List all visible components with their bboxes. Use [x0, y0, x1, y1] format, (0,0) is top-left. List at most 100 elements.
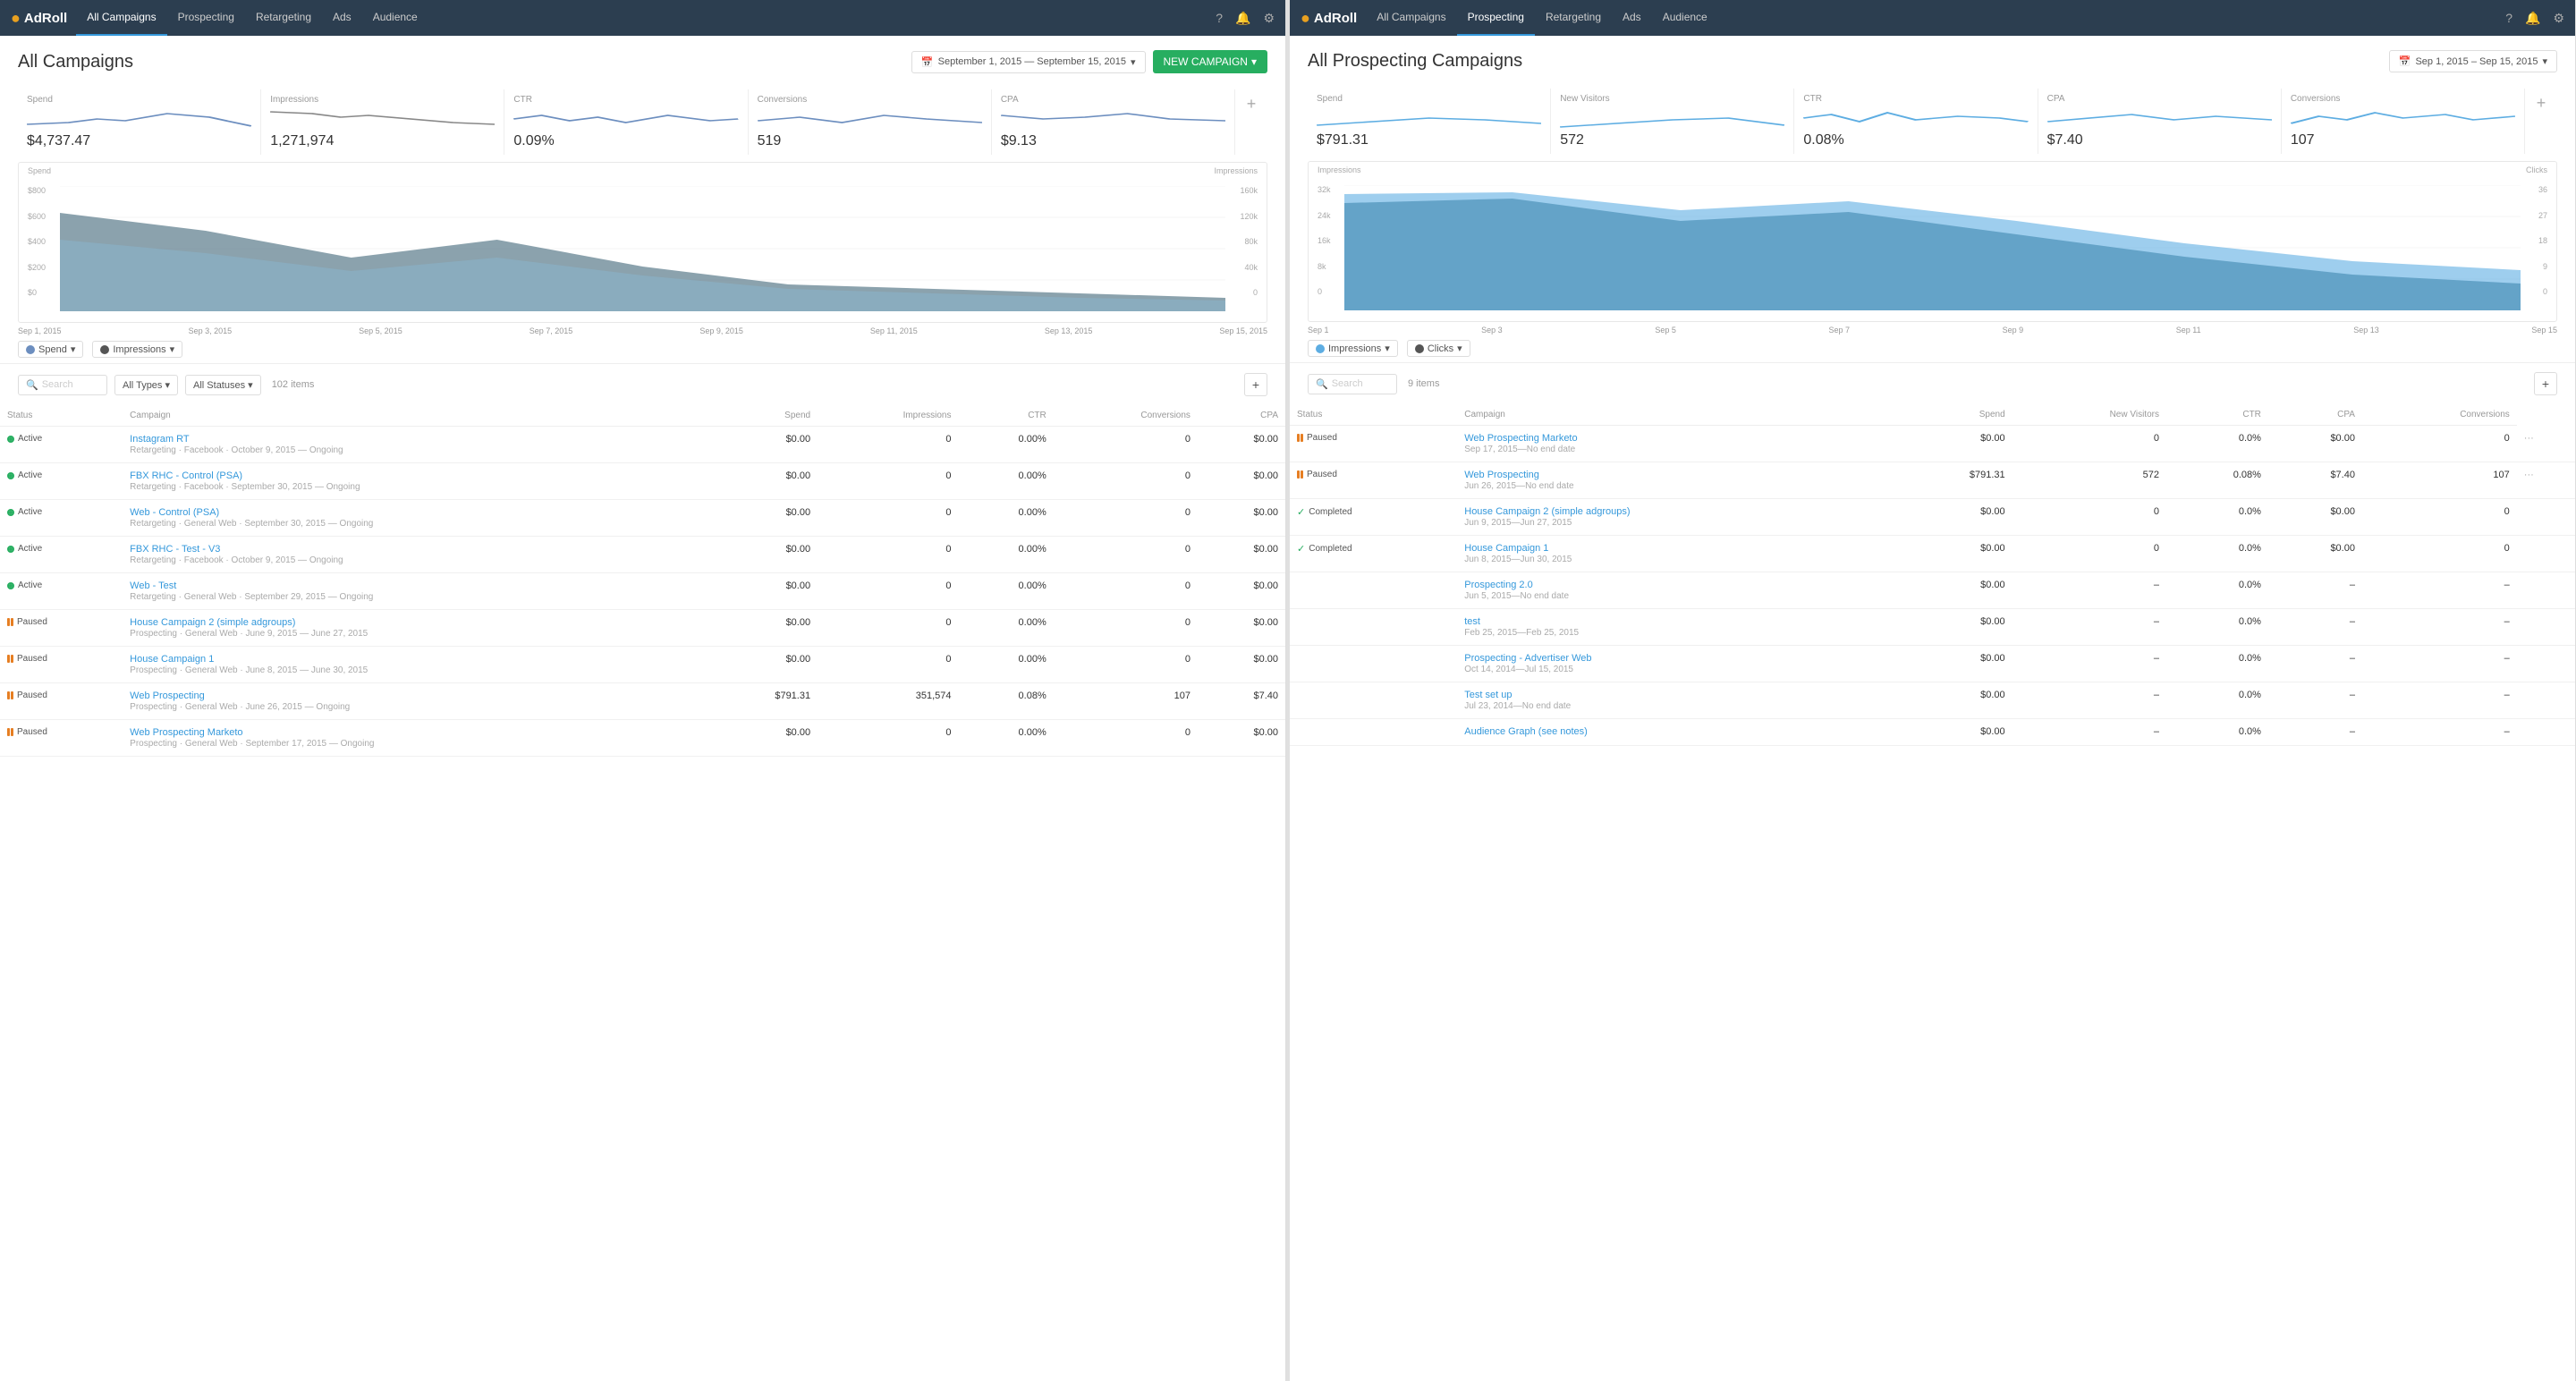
- col-ctr: CTR: [958, 405, 1053, 427]
- cell-menu[interactable]: ···: [2517, 462, 2575, 499]
- campaign-name-link[interactable]: Audience Graph (see notes): [1464, 726, 1885, 737]
- cell-status: ✓ Completed: [1290, 536, 1457, 572]
- cell-ctr: 0.0%: [2166, 682, 2268, 719]
- cell-status: Paused: [0, 720, 123, 757]
- right-chart-legend: Impressions ▾ Clicks ▾: [1290, 335, 2575, 362]
- cell-conversions: 0: [1054, 463, 1198, 500]
- campaign-name-link[interactable]: test: [1464, 616, 1885, 627]
- notifications-icon[interactable]: 🔔: [1235, 11, 1250, 26]
- campaign-name-link[interactable]: FBX RHC - Test - V3: [130, 544, 698, 555]
- left-tab-audience[interactable]: Audience: [362, 0, 428, 36]
- cell-menu-empty: [2517, 719, 2575, 746]
- stat-ctr: CTR 0.09%: [504, 89, 748, 155]
- right-tab-ads[interactable]: Ads: [1612, 0, 1652, 36]
- right-tab-prospecting[interactable]: Prospecting: [1457, 0, 1535, 36]
- cell-cpa: –: [2268, 572, 2362, 609]
- cell-cpa: $0.00: [1198, 610, 1285, 647]
- campaign-name-link[interactable]: Web Prospecting Marketo: [130, 727, 698, 738]
- right-add-stat-button[interactable]: +: [2525, 89, 2557, 118]
- cell-spend: $0.00: [1892, 646, 2012, 682]
- campaign-name-link[interactable]: Web - Control (PSA): [130, 507, 698, 518]
- campaign-name-link[interactable]: Prospecting 2.0: [1464, 580, 1885, 590]
- left-tab-all-campaigns[interactable]: All Campaigns: [76, 0, 166, 36]
- campaign-name-link[interactable]: Web Prospecting: [1464, 470, 1885, 480]
- col-spend: Spend: [706, 405, 818, 427]
- cell-status: Paused: [0, 610, 123, 647]
- cell-ctr: 0.0%: [2166, 572, 2268, 609]
- campaign-name-link[interactable]: Instagram RT: [130, 434, 698, 445]
- campaign-name-link[interactable]: Web - Test: [130, 580, 698, 591]
- left-tab-retargeting[interactable]: Retargeting: [245, 0, 322, 36]
- status-pause-icon: [7, 691, 13, 699]
- right-tab-audience[interactable]: Audience: [1652, 0, 1718, 36]
- left-date-range-button[interactable]: 📅 September 1, 2015 — September 15, 2015…: [911, 51, 1146, 73]
- campaign-name-link[interactable]: Test set up: [1464, 690, 1885, 700]
- right-notifications-icon[interactable]: 🔔: [2525, 11, 2540, 26]
- cell-cpa: –: [2268, 609, 2362, 646]
- cell-campaign: House Campaign 2 (simple adgroups) Jun 9…: [1457, 499, 1892, 536]
- campaign-name-link[interactable]: House Campaign 2 (simple adgroups): [130, 617, 698, 628]
- cell-conversions: 0: [2362, 536, 2517, 572]
- left-filter-statuses[interactable]: All Statuses ▾: [185, 375, 261, 395]
- right-stat-ctr: CTR 0.08%: [1794, 89, 2038, 154]
- left-panel-header: All Campaigns 📅 September 1, 2015 — Sept…: [0, 36, 1285, 82]
- legend-spend-label: Spend: [38, 344, 67, 355]
- cell-spend: $0.00: [706, 500, 818, 537]
- legend-impressions[interactable]: Impressions ▾: [92, 341, 182, 358]
- cell-campaign: FBX RHC - Test - V3 Retargeting · Facebo…: [123, 537, 705, 573]
- left-search-box[interactable]: 🔍 Search: [18, 375, 107, 395]
- legend-spend[interactable]: Spend ▾: [18, 341, 83, 358]
- cell-menu[interactable]: ···: [2517, 426, 2575, 462]
- right-legend-impressions[interactable]: Impressions ▾: [1308, 340, 1398, 357]
- stat-conversions-sparkline: [758, 106, 982, 131]
- cell-cpa: $7.40: [1198, 683, 1285, 720]
- cell-cpa: $0.00: [2268, 426, 2362, 462]
- right-date-range-button[interactable]: 📅 Sep 1, 2015 – Sep 15, 2015 ▾: [2389, 50, 2557, 72]
- cell-visitors: –: [2012, 572, 2166, 609]
- campaign-name-link[interactable]: House Campaign 1: [130, 654, 698, 665]
- right-tab-retargeting[interactable]: Retargeting: [1535, 0, 1612, 36]
- status-active: Active: [7, 507, 115, 517]
- left-tab-prospecting[interactable]: Prospecting: [167, 0, 245, 36]
- cell-menu-empty: [2517, 572, 2575, 609]
- left-add-campaign-button[interactable]: +: [1244, 373, 1267, 396]
- stat-spend-label: Spend: [27, 95, 251, 105]
- left-filter-types[interactable]: All Types ▾: [114, 375, 178, 395]
- campaign-name-link[interactable]: FBX RHC - Control (PSA): [130, 470, 698, 481]
- campaign-sub: Retargeting · General Web · September 29…: [130, 592, 698, 602]
- cell-spend: $0.00: [1892, 682, 2012, 719]
- right-search-box[interactable]: 🔍 Search: [1308, 374, 1397, 394]
- cell-conversions: 0: [1054, 647, 1198, 683]
- cell-impressions: 0: [818, 537, 958, 573]
- cell-cpa: $0.00: [1198, 537, 1285, 573]
- cell-visitors: –: [2012, 609, 2166, 646]
- right-tab-all-campaigns[interactable]: All Campaigns: [1366, 0, 1456, 36]
- settings-icon[interactable]: ⚙: [1263, 11, 1275, 26]
- campaign-name-link[interactable]: Web Prospecting Marketo: [1464, 433, 1885, 444]
- cell-status: [1290, 572, 1457, 609]
- campaign-sub: Jun 5, 2015—No end date: [1464, 591, 1885, 601]
- campaign-name-link[interactable]: Prospecting - Advertiser Web: [1464, 653, 1885, 664]
- campaign-name-link[interactable]: House Campaign 2 (simple adgroups): [1464, 506, 1885, 517]
- cell-campaign: Web - Test Retargeting · General Web · S…: [123, 573, 705, 610]
- campaign-name-link[interactable]: House Campaign 1: [1464, 543, 1885, 554]
- status-pause-icon: [1297, 434, 1303, 442]
- add-stat-button[interactable]: +: [1235, 89, 1267, 119]
- campaign-sub: Sep 17, 2015—No end date: [1464, 445, 1885, 454]
- cell-conversions: 0: [2362, 426, 2517, 462]
- right-help-icon[interactable]: ?: [2505, 11, 2512, 25]
- right-stat-ctr-value: 0.08%: [1803, 132, 2028, 148]
- cell-spend: $0.00: [1892, 609, 2012, 646]
- right-settings-icon[interactable]: ⚙: [2553, 11, 2564, 26]
- help-icon[interactable]: ?: [1216, 11, 1223, 25]
- status-paused: Paused: [7, 617, 115, 627]
- left-tab-ads[interactable]: Ads: [322, 0, 362, 36]
- campaign-name-link[interactable]: Web Prospecting: [130, 690, 698, 701]
- right-table-toolbar: 🔍 Search 9 items +: [1290, 362, 2575, 404]
- right-legend-clicks[interactable]: Clicks ▾: [1407, 340, 1470, 357]
- right-add-campaign-button[interactable]: +: [2534, 372, 2557, 395]
- campaign-sub: Retargeting · Facebook · October 9, 2015…: [130, 555, 698, 565]
- cell-campaign: House Campaign 2 (simple adgroups) Prosp…: [123, 610, 705, 647]
- new-campaign-button[interactable]: NEW CAMPAIGN ▾: [1153, 50, 1267, 73]
- cell-conversions: 0: [1054, 573, 1198, 610]
